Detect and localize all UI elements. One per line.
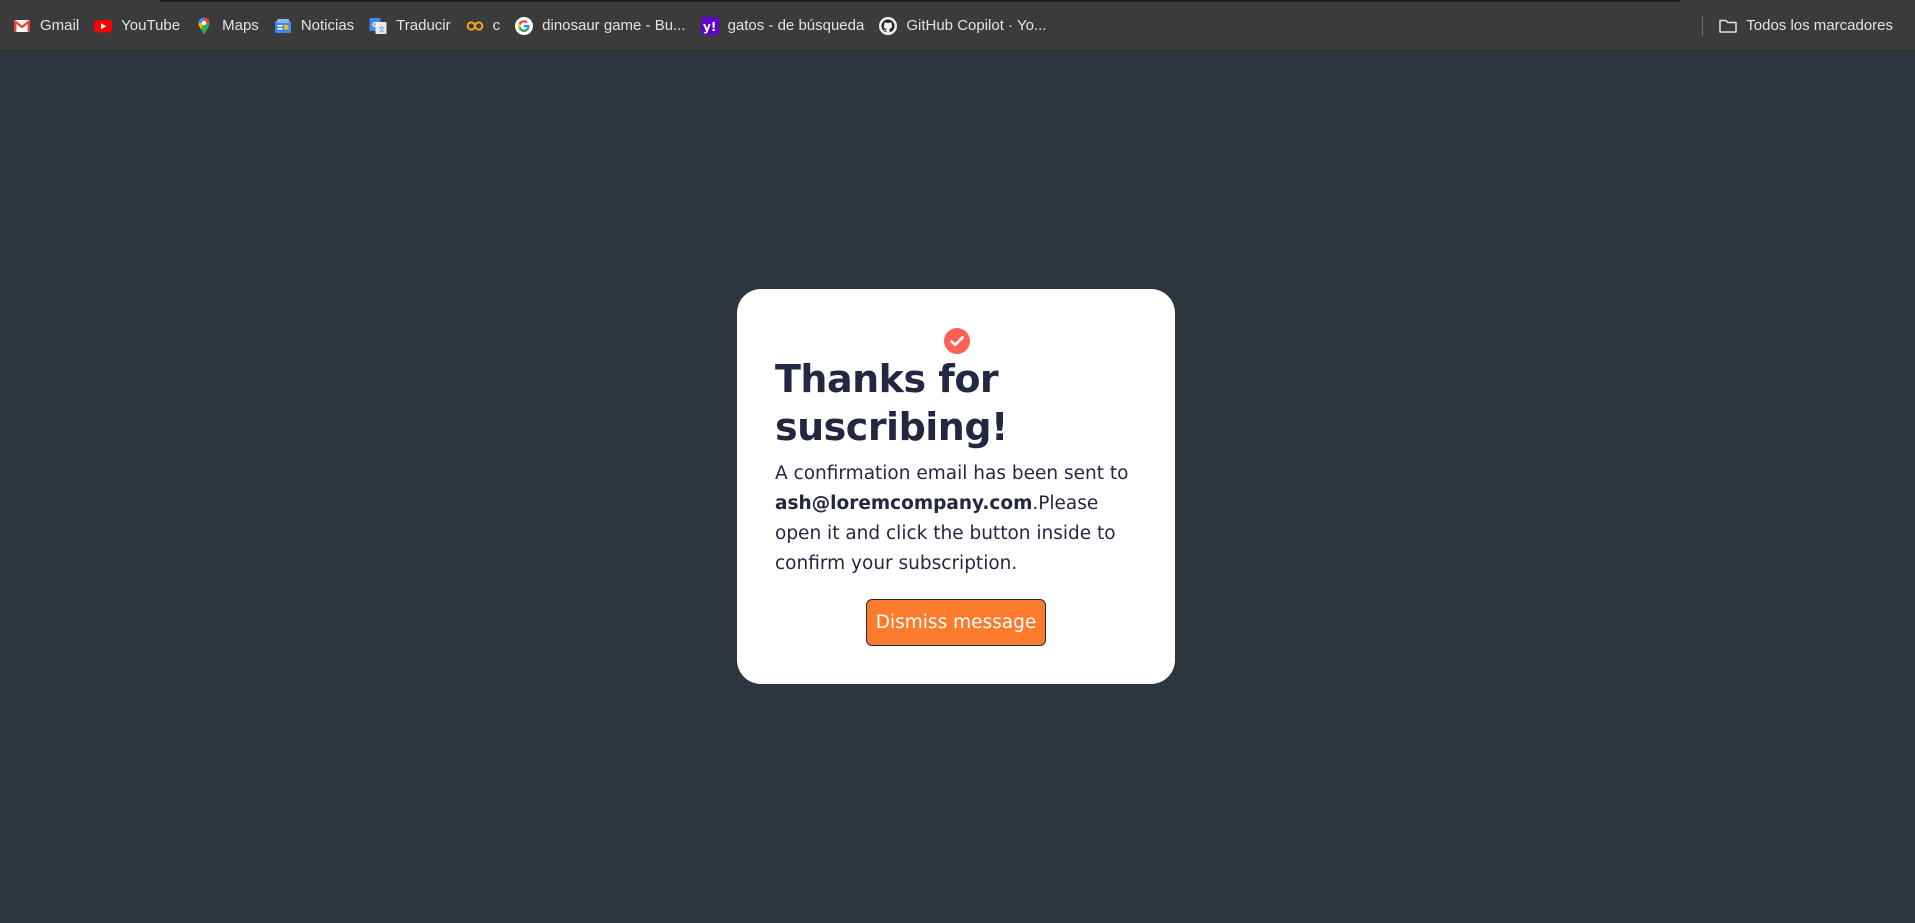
svg-text:文: 文 [379,24,386,33]
yahoo-icon: y! [700,16,720,36]
confirmation-message: A confirmation email has been sent to as… [775,459,1135,579]
bookmark-gmail[interactable]: Gmail [8,10,89,42]
all-bookmarks-area: Todos los marcadores [1714,0,1903,51]
news-icon [273,16,293,36]
bookmarks-divider [1702,16,1703,36]
message-prefix: A confirmation email has been sent to [775,463,1129,484]
bookmarks-list: Gmail YouTube Maps Noticias G文 Traducir [8,0,1056,51]
bookmark-label: Traducir [396,17,451,34]
bookmark-dinosaur-game[interactable]: dinosaur game - Bu... [510,10,695,42]
bookmark-label: Noticias [300,17,355,34]
success-card: Thanks for suscribing! A confirmation em… [737,289,1175,684]
bookmark-maps[interactable]: Maps [190,10,269,42]
bookmark-label: gatos - de búsqueda [727,17,865,34]
bookmark-label: Maps [222,17,259,34]
google-icon [514,16,534,36]
card-title: Thanks for suscribing! [775,357,1008,449]
dismiss-message-button[interactable]: Dismiss message [866,599,1046,646]
gmail-icon [12,16,32,36]
maps-icon [194,16,214,36]
translate-icon: G文 [368,16,388,36]
bookmark-label: GitHub Copilot · Yo... [906,17,1047,34]
github-icon [878,16,898,36]
all-bookmarks-button[interactable]: Todos los marcadores [1714,10,1903,42]
svg-text:y!: y! [703,20,716,34]
all-bookmarks-label: Todos los marcadores [1746,17,1893,34]
bookmark-github-copilot[interactable]: GitHub Copilot · Yo... [874,10,1056,42]
email-address: ash@loremcompany.com [775,493,1033,514]
bookmark-label: Gmail [40,17,80,34]
bookmarks-bar: Gmail YouTube Maps Noticias G文 Traducir [0,0,1915,51]
bookmark-label: dinosaur game - Bu... [542,17,686,34]
svg-text:G: G [372,21,378,29]
bookmark-youtube[interactable]: YouTube [89,10,190,42]
bookmark-noticias[interactable]: Noticias [269,10,364,42]
bookmark-gatos[interactable]: y! gatos - de búsqueda [696,10,875,42]
youtube-icon [93,16,113,36]
bookmark-label: c [492,17,501,34]
bookmark-c[interactable]: c [461,10,511,42]
success-check-icon [943,327,971,355]
infinity-icon [465,16,485,36]
folder-icon [1718,16,1738,36]
bookmark-traducir[interactable]: G文 Traducir [364,10,460,42]
bookmark-label: YouTube [121,17,181,34]
